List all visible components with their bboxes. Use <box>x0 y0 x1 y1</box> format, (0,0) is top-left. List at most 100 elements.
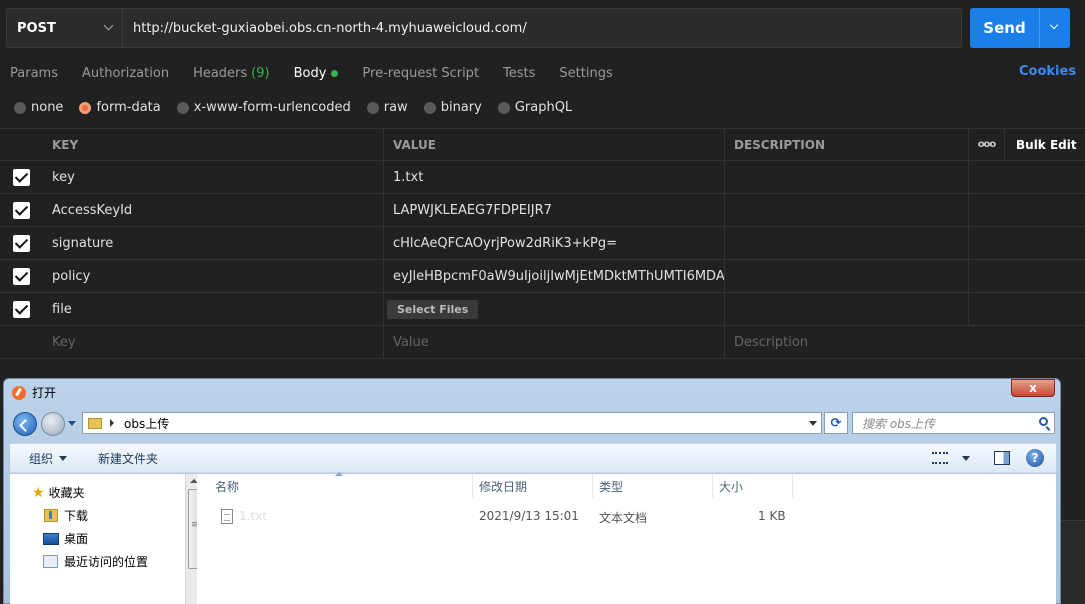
organize-menu[interactable]: 组织 <box>29 450 68 467</box>
file-type: 文本文档 <box>599 511 648 525</box>
new-folder-button[interactable]: 新建文件夹 <box>98 450 158 467</box>
bulk-edit-button[interactable]: Bulk Edit <box>1005 129 1085 160</box>
url-input[interactable]: http://bucket-guxiaobei.obs.cn-north-4.m… <box>123 9 961 47</box>
value-cell[interactable]: cHlcAeQFCAOyrjPow2dRiK3+kPg= <box>384 227 725 259</box>
more-options-button[interactable]: ooo <box>969 129 1005 160</box>
value-cell[interactable]: 1.txt <box>384 161 725 193</box>
close-button[interactable]: x <box>1011 379 1055 397</box>
desktop-icon <box>43 532 59 545</box>
nav-downloads[interactable]: 下载 <box>44 507 88 524</box>
breadcrumb-arrow-icon[interactable] <box>110 419 114 427</box>
view-options-dropdown[interactable] <box>956 455 970 461</box>
radio-selected-icon <box>79 101 92 114</box>
send-button[interactable]: Send <box>970 8 1040 48</box>
value-cell[interactable]: LAPWJKLEAEG7FDPEIJR7 <box>384 194 725 226</box>
body-type-none[interactable]: none <box>14 100 63 115</box>
checkbox-checked-icon <box>12 300 30 318</box>
chevron-down-icon <box>1049 20 1059 30</box>
radio-icon <box>366 101 379 114</box>
refresh-button[interactable]: ⟳ <box>824 412 848 434</box>
sort-ascending-icon <box>335 472 343 476</box>
back-button[interactable] <box>13 412 37 436</box>
row-spacer <box>969 293 1005 325</box>
body-type-graphql[interactable]: GraphQL <box>497 100 572 115</box>
value-input[interactable]: Value <box>384 326 725 358</box>
body-type-label: none <box>31 100 64 115</box>
column-label: 名称 <box>215 479 240 494</box>
chevron-down-icon <box>962 455 970 461</box>
body-type-label: binary <box>440 100 482 115</box>
description-cell[interactable] <box>725 260 969 292</box>
value-cell[interactable]: eyJleHBpcmF0aW9uIjoiljIwMjEtMDktMThUMTI6… <box>384 260 725 292</box>
body-type-selector: none form-data x-www-form-urlencoded raw… <box>14 100 588 115</box>
key-cell[interactable]: key <box>42 161 384 193</box>
row-spacer <box>1005 326 1085 358</box>
row-checkbox[interactable] <box>0 161 42 193</box>
row-checkbox[interactable] <box>0 293 42 325</box>
tab-pre-request-script[interactable]: Pre-request Script <box>362 66 479 81</box>
description-cell[interactable] <box>725 293 969 325</box>
nav-desktop[interactable]: 桌面 <box>43 530 88 547</box>
key-cell[interactable]: file <box>42 293 384 325</box>
column-type[interactable]: 类型 <box>593 474 713 498</box>
request-tabs: Params Authorization Headers (9) Body Pre… <box>10 64 637 82</box>
nav-favorites[interactable]: ★ 收藏夹 <box>32 484 85 501</box>
table-row: key 1.txt <box>0 161 1085 194</box>
description-cell[interactable] <box>725 161 969 193</box>
request-bar: POST http://bucket-guxiaobei.obs.cn-nort… <box>6 8 962 48</box>
radio-icon <box>497 101 510 114</box>
preview-pane-icon[interactable] <box>994 451 1010 465</box>
row-checkbox[interactable] <box>0 227 42 259</box>
column-name[interactable]: 名称 <box>197 472 473 498</box>
background-panel <box>1061 520 1085 604</box>
view-list-icon[interactable] <box>932 452 948 464</box>
key-cell[interactable]: AccessKeyId <box>42 194 384 226</box>
column-modified[interactable]: 修改日期 <box>473 474 593 498</box>
column-size[interactable]: 大小 <box>713 474 793 498</box>
tab-body[interactable]: Body <box>294 66 339 81</box>
row-checkbox[interactable] <box>0 194 42 226</box>
description-cell[interactable] <box>725 227 969 259</box>
description-input[interactable]: Description <box>725 326 969 358</box>
key-cell[interactable]: policy <box>42 260 384 292</box>
tab-tests[interactable]: Tests <box>503 66 535 81</box>
body-type-binary[interactable]: binary <box>423 100 482 115</box>
chevron-down-icon[interactable] <box>809 421 817 426</box>
body-type-urlencoded[interactable]: x-www-form-urlencoded <box>176 100 351 115</box>
tab-label: Params <box>10 65 58 81</box>
file-name: 1.txt <box>239 509 267 523</box>
body-type-raw[interactable]: raw <box>366 100 408 115</box>
nav-label: 最近访问的位置 <box>64 555 149 569</box>
search-input[interactable]: 搜索 obs上传 <box>852 412 1055 434</box>
send-options-button[interactable] <box>1040 8 1070 48</box>
nav-recent-places[interactable]: 最近访问的位置 <box>43 553 148 570</box>
body-type-form-data[interactable]: form-data <box>79 100 161 115</box>
method-select[interactable]: POST <box>7 9 123 47</box>
description-cell[interactable] <box>725 194 969 226</box>
checkbox-checked-icon <box>12 168 30 186</box>
status-dot-icon <box>331 69 339 77</box>
key-cell[interactable]: signature <box>42 227 384 259</box>
table-row: signature cHlcAeQFCAOyrjPow2dRiK3+kPg= <box>0 227 1085 260</box>
key-input[interactable]: Key <box>42 326 384 358</box>
dialog-title: 打开 <box>32 386 57 400</box>
column-label: 类型 <box>599 479 624 494</box>
row-spacer <box>0 326 42 358</box>
address-bar[interactable]: obs上传 <box>82 412 822 434</box>
tab-settings[interactable]: Settings <box>559 66 612 81</box>
cookies-link[interactable]: Cookies <box>1019 64 1076 79</box>
tab-headers[interactable]: Headers (9) <box>193 66 270 81</box>
select-files-button[interactable]: Select Files <box>387 299 479 319</box>
row-checkbox[interactable] <box>0 260 42 292</box>
tab-label: Pre-request Script <box>362 65 480 81</box>
forward-button[interactable] <box>41 412 65 436</box>
row-spacer <box>1005 227 1085 259</box>
help-icon[interactable]: ? <box>1026 449 1044 467</box>
checkbox-checked-icon <box>12 267 30 285</box>
tab-params[interactable]: Params <box>10 66 58 81</box>
row-spacer <box>1005 260 1085 292</box>
navigation-pane: ★ 收藏夹 下载 桌面 最近访问的位置 <box>10 474 202 604</box>
tab-authorization[interactable]: Authorization <box>82 66 169 81</box>
file-item[interactable]: 1.txt 2021/9/13 15:01 文本文档 1 KB <box>197 506 797 526</box>
history-dropdown-icon[interactable] <box>68 421 76 426</box>
